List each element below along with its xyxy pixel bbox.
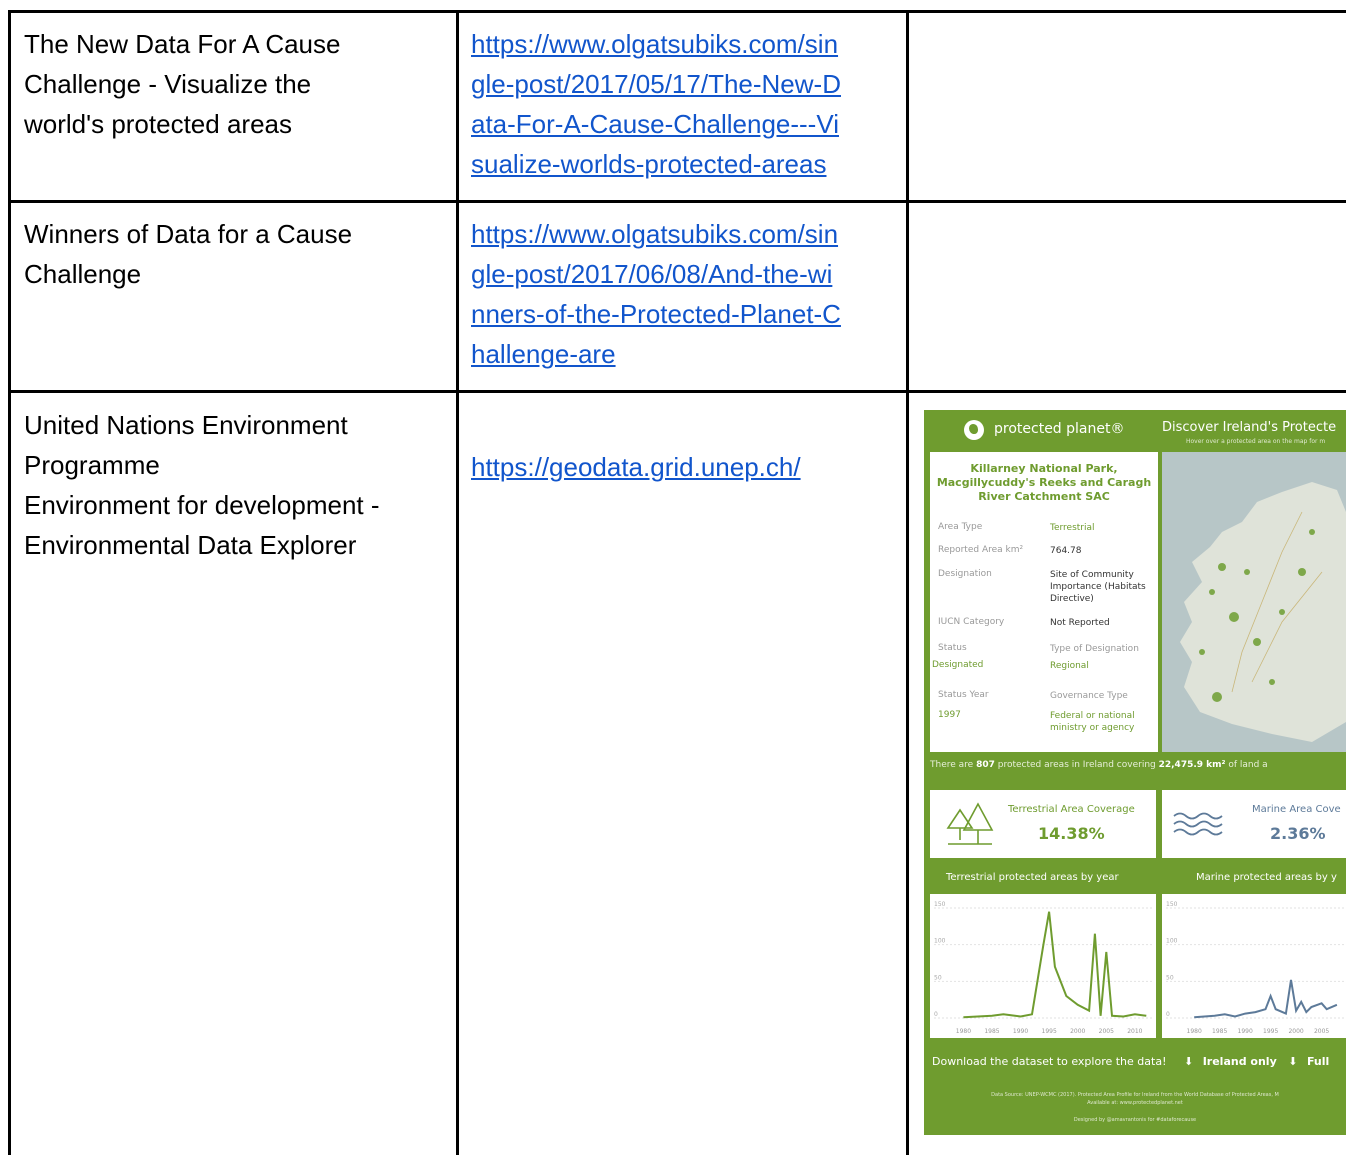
x-tick-label: 1980	[956, 1028, 971, 1035]
y-tick-label: 0	[934, 1011, 938, 1018]
row3-link-cell: https://geodata.grid.unep.ch/	[471, 447, 901, 487]
trees-icon	[946, 802, 994, 845]
row1-title: The New Data For A Cause Challenge - Vis…	[24, 24, 444, 144]
terrestrial-coverage-card: Terrestrial Area Coverage 14.38%	[930, 790, 1156, 858]
download-bar: Download the dataset to explore the data…	[932, 1055, 1329, 1068]
x-tick-label: 2005	[1314, 1028, 1329, 1035]
status-year-label: Status Year	[938, 690, 989, 700]
download-ireland-button[interactable]: Ireland only	[1203, 1055, 1277, 1068]
iucn-value: Not Reported	[1050, 618, 1110, 628]
table-border-col1	[456, 10, 459, 1155]
terrestrial-chart-title: Terrestrial protected areas by year	[946, 872, 1119, 883]
iucn-label: IUCN Category	[938, 617, 1005, 627]
x-tick-label: 1985	[1212, 1028, 1227, 1035]
terrestrial-coverage-value: 14.38%	[1038, 824, 1105, 843]
table-border-col2	[906, 10, 909, 1155]
dashboard-title: Discover Ireland's Protecte	[1162, 420, 1337, 435]
terrestrial-coverage-label: Terrestrial Area Coverage	[1008, 804, 1135, 815]
row1-title-line: The New Data For A Cause	[24, 29, 341, 59]
ireland-map-graphic	[1162, 452, 1346, 752]
row1-title-line: Challenge - Visualize the	[24, 69, 312, 99]
dashboard-header: protected planet® Discover Ireland's Pro…	[924, 410, 1346, 450]
row2-title: Winners of Data for a Cause Challenge	[24, 214, 444, 294]
area-type-label: Area Type	[938, 522, 983, 532]
row3-link[interactable]: https://geodata.grid.unep.ch/	[471, 447, 901, 487]
table-border-top	[8, 10, 1346, 13]
table-border-row1	[8, 200, 1346, 203]
table-border-left	[8, 10, 11, 1155]
protected-planet-dashboard: protected planet® Discover Ireland's Pro…	[924, 410, 1346, 1135]
site-name: Killarney National Park, Macgillycuddy's…	[936, 462, 1152, 503]
x-tick-label: 2010	[1127, 1028, 1142, 1035]
dashboard-subtitle: Hover over a protected area on the map f…	[1186, 438, 1326, 445]
status-label: Status	[938, 643, 967, 653]
governance-value: Federal or national ministry or agency	[1050, 711, 1135, 733]
row1-link-cell: https://www.olgatsubiks.com/sin gle-post…	[471, 24, 901, 184]
y-tick-label: 50	[934, 974, 942, 981]
x-tick-label: 1985	[984, 1028, 999, 1035]
site-info-panel: Killarney National Park, Macgillycuddy's…	[930, 452, 1158, 752]
x-tick-label: 2005	[1099, 1028, 1114, 1035]
status-value: Designated	[932, 660, 984, 670]
reported-area-value: 764.78	[1050, 546, 1082, 556]
protected-area-total: 22,475.9 km²	[1158, 760, 1226, 770]
download-full-button[interactable]: Full	[1307, 1055, 1329, 1068]
marine-coverage-label: Marine Area Cove	[1252, 804, 1341, 815]
y-tick-label: 0	[1166, 1011, 1170, 1018]
designation-label: Designation	[938, 569, 992, 579]
summary-statement: There are 807 protected areas in Ireland…	[930, 760, 1268, 770]
marine-coverage-value: 2.36%	[1270, 824, 1326, 843]
status-year-value: 1997	[938, 710, 961, 720]
type-label: Type of Designation	[1050, 644, 1139, 654]
protected-count: 807	[976, 760, 995, 770]
row2-link-cell: https://www.olgatsubiks.com/sin gle-post…	[471, 214, 901, 374]
series-line	[963, 911, 1147, 1019]
download-prompt: Download the dataset to explore the data…	[932, 1055, 1167, 1068]
data-source-url: Available at: www.protectedplanet.net	[1087, 1100, 1183, 1106]
row3-title-line: Environment for development -	[24, 490, 380, 520]
row3-title-line: Programme	[24, 450, 160, 480]
x-tick-label: 2000	[1070, 1028, 1085, 1035]
governance-label: Governance Type	[1050, 691, 1128, 701]
series-line	[1194, 979, 1338, 1019]
terrestrial-chart-svg: 0 50 100 150 1980 1985 1990 1995 2000 2005 2010	[934, 901, 1154, 1035]
x-tick-label: 1990	[1013, 1028, 1028, 1035]
globe-icon	[964, 420, 984, 440]
row3-title-line: United Nations Environment	[24, 410, 348, 440]
designer-credit: Designed by @amavrantonis for #dataforec…	[1073, 1117, 1197, 1123]
marine-coverage-card: Marine Area Cove 2.36%	[1162, 790, 1346, 858]
y-tick-label: 50	[1166, 974, 1174, 981]
data-source-line: Data Source: UNEP-WCMC (2017). Protected…	[991, 1092, 1279, 1098]
marine-chart-svg: 0 50 100 150 1980 1985 1990 1995 2000 2005	[1166, 901, 1344, 1035]
row2-link[interactable]: https://www.olgatsubiks.com/sin gle-post…	[471, 214, 901, 374]
x-tick-label: 1990	[1238, 1028, 1253, 1035]
y-tick-label: 150	[934, 901, 946, 908]
row1-link[interactable]: https://www.olgatsubiks.com/sin gle-post…	[471, 24, 901, 184]
row1-title-line: world's protected areas	[24, 109, 292, 139]
y-tick-label: 150	[1166, 901, 1178, 908]
area-type-value: Terrestrial	[1050, 523, 1095, 533]
brand-logo-text: protected planet®	[994, 421, 1125, 437]
row2-title-line: Challenge	[24, 259, 142, 289]
waves-icon	[1173, 812, 1223, 836]
row2-title-line: Winners of Data for a Cause	[24, 219, 353, 249]
row3-title: United Nations Environment Programme Env…	[24, 405, 444, 565]
marine-chart: 0 50 100 150 1980 1985 1990 1995 2000 2005	[1162, 894, 1346, 1038]
x-tick-label: 2000	[1288, 1028, 1303, 1035]
designation-value: Site of Community Importance (Habitats D…	[1050, 570, 1146, 604]
marine-chart-title: Marine protected areas by y	[1196, 872, 1337, 883]
table-border-row2	[8, 390, 1346, 393]
x-tick-label: 1980	[1187, 1028, 1202, 1035]
type-value: Regional	[1050, 661, 1089, 671]
terrestrial-chart: 0 50 100 150 1980 1985 1990 1995 2000 2005 2010	[930, 894, 1156, 1038]
x-tick-label: 1995	[1042, 1028, 1057, 1035]
reported-area-label: Reported Area km²	[938, 545, 1024, 555]
download-icon: ⬇	[1183, 1055, 1194, 1068]
row3-title-line: Environmental Data Explorer	[24, 530, 357, 560]
ireland-map[interactable]	[1162, 452, 1346, 752]
y-tick-label: 100	[934, 938, 946, 945]
download-icon: ⬇	[1288, 1055, 1298, 1068]
x-tick-label: 1995	[1263, 1028, 1278, 1035]
y-tick-label: 100	[1166, 938, 1178, 945]
